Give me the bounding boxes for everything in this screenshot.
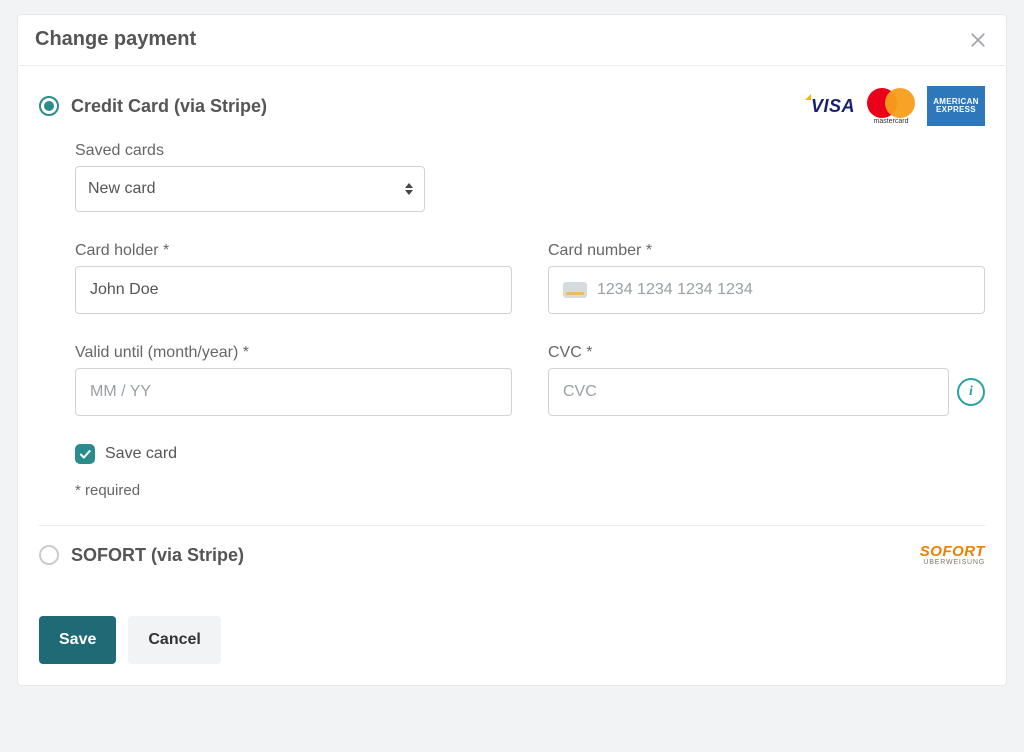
valid-until-input[interactable]: [75, 368, 512, 416]
credit-card-form: Saved cards New card Card holder *: [39, 126, 985, 499]
save-card-row: Save card: [75, 444, 985, 464]
save-button[interactable]: Save: [39, 616, 116, 664]
radio-credit-card[interactable]: [39, 96, 59, 116]
payment-method-sofort-header: SOFORT (via Stripe) SOFORT ÜBERWEISUNG: [39, 544, 985, 566]
cvc-input[interactable]: [548, 368, 949, 416]
close-icon[interactable]: [967, 29, 989, 51]
sofort-label: SOFORT (via Stripe): [71, 545, 244, 566]
saved-cards-field: Saved cards New card: [75, 142, 985, 212]
modal-body: Credit Card (via Stripe) VISA mastercard…: [17, 66, 1007, 586]
save-card-label: Save card: [105, 445, 177, 463]
modal-header: Change payment: [17, 14, 1007, 66]
payment-method-credit-card-header: Credit Card (via Stripe) VISA mastercard…: [39, 86, 985, 126]
modal-footer: Save Cancel: [17, 586, 1007, 686]
credit-card-label: Credit Card (via Stripe): [71, 96, 267, 117]
cvc-field: CVC * i: [548, 344, 985, 416]
payment-methods-divider: [39, 525, 985, 526]
card-number-label: Card number *: [548, 242, 985, 260]
card-holder-input[interactable]: [75, 266, 512, 314]
saved-cards-value: New card: [88, 180, 156, 198]
card-brand-logos: VISA mastercard AMERICAN EXPRESS: [811, 86, 985, 126]
modal-title: Change payment: [35, 28, 196, 51]
cancel-button[interactable]: Cancel: [128, 616, 220, 664]
radio-sofort[interactable]: [39, 545, 59, 565]
change-payment-modal: Change payment Credit Card (via Stripe) …: [17, 14, 1007, 686]
card-number-field: Card number * 1234 1234 1234 1234: [548, 242, 985, 314]
cvc-info-icon[interactable]: i: [957, 378, 985, 406]
card-holder-field: Card holder *: [75, 242, 512, 314]
select-caret-icon: [405, 183, 413, 195]
saved-cards-label: Saved cards: [75, 142, 985, 160]
card-number-placeholder: 1234 1234 1234 1234: [597, 281, 753, 299]
card-number-input[interactable]: 1234 1234 1234 1234: [548, 266, 985, 314]
visa-logo-icon: VISA: [811, 96, 855, 117]
valid-until-field: Valid until (month/year) *: [75, 344, 512, 416]
cvc-label: CVC *: [548, 344, 985, 362]
saved-cards-select[interactable]: New card: [75, 166, 425, 212]
card-brand-icon: [563, 282, 587, 298]
card-holder-label: Card holder *: [75, 242, 512, 260]
sofort-logo-icon: SOFORT ÜBERWEISUNG: [920, 544, 985, 566]
required-note: * required: [75, 482, 985, 499]
mastercard-logo-icon: mastercard: [867, 88, 915, 124]
amex-logo-icon: AMERICAN EXPRESS: [927, 86, 985, 126]
valid-until-label: Valid until (month/year) *: [75, 344, 512, 362]
save-card-checkbox[interactable]: [75, 444, 95, 464]
